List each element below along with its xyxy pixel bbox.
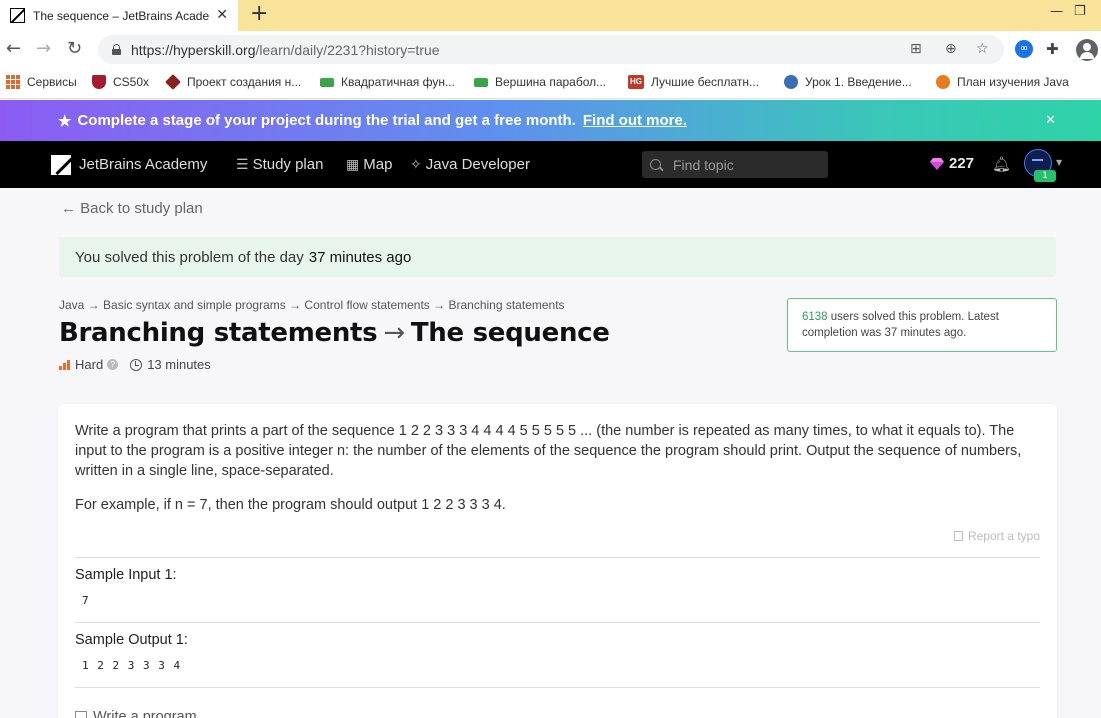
bell-icon[interactable]: 🔔︎: [992, 155, 1011, 173]
problem-card: Write a program that prints a part of th…: [58, 404, 1057, 718]
bookmark-project[interactable]: Проект создания н...: [165, 74, 301, 90]
jetbrains-favicon-icon: [10, 8, 25, 23]
zoom-icon[interactable]: ⊕: [945, 41, 957, 57]
clock-icon: [130, 358, 143, 371]
bookmark-star-icon[interactable]: ☆: [976, 41, 989, 57]
restore-icon[interactable]: ❐: [1074, 4, 1086, 19]
sample-output-value: 1 2 2 3 3 3 4: [82, 659, 182, 672]
list-icon: ☰: [236, 156, 249, 172]
bookmark-vertex[interactable]: Вершина парабол...: [474, 75, 606, 89]
help-icon[interactable]: ?: [107, 359, 119, 370]
lock-icon: [112, 44, 121, 55]
promo-text: Complete a stage of your project during …: [77, 112, 576, 129]
sample-input-label: Sample Input 1:: [75, 567, 177, 583]
duration-label: 13 minutes: [147, 357, 211, 372]
promo-find-out-link[interactable]: Find out more.: [583, 112, 687, 129]
browser-toolbar: ← → ↻ https://hyperskill.org/learn/daily…: [0, 31, 1101, 68]
browser-tabbar: The sequence – JetBrains Academy ✕ + — ❐: [0, 0, 1101, 31]
minimize-icon[interactable]: —: [1050, 4, 1063, 19]
extension-loop-icon[interactable]: ∞: [1015, 40, 1033, 58]
apps-grid-icon: [6, 75, 20, 89]
problem-description: Write a program that prints a part of th…: [75, 423, 1022, 479]
bookmark-best-free[interactable]: HG Лучшие бесплатн...: [628, 75, 759, 89]
solved-stats-box: 6138 users solved this problem. Latest c…: [787, 298, 1057, 352]
nav-map[interactable]: ▦ Map: [346, 156, 392, 173]
gems-counter[interactable]: 227: [930, 155, 974, 172]
url-text: https://hyperskill.org/learn/daily/2231?…: [131, 41, 440, 58]
harvard-shield-icon: [92, 75, 106, 89]
address-bar[interactable]: https://hyperskill.org/learn/daily/2231?…: [98, 35, 1004, 64]
book-icon: [165, 74, 181, 90]
robot-icon: [784, 75, 798, 89]
browser-tab-active[interactable]: The sequence – JetBrains Academy ✕: [0, 0, 238, 31]
bookmark-lesson1[interactable]: Урок 1. Введение...: [784, 75, 912, 89]
write-program-toggle[interactable]: Write a program: [75, 709, 197, 718]
star-icon: ★: [58, 112, 72, 130]
breadcrumb[interactable]: Java → Basic syntax and simple programs …: [59, 298, 565, 312]
report-typo-link[interactable]: Report a typo: [953, 529, 1040, 543]
new-tab-icon[interactable]: +: [250, 3, 268, 25]
bookmark-quadratic[interactable]: Квадратичная фун...: [320, 75, 455, 89]
gem-icon: [930, 157, 944, 170]
chevron-down-icon[interactable]: ▼: [1056, 158, 1062, 167]
jetbrains-logo-icon[interactable]: [51, 155, 71, 175]
difficulty-label: Hard: [75, 357, 104, 372]
sample-input-value: 7: [82, 594, 90, 607]
site-navbar: JetBrains Academy ☰ Study plan ▦ Map ✧ Java…: [0, 141, 1101, 188]
orange-circle-icon: [936, 75, 950, 89]
checkbox-icon[interactable]: [75, 711, 87, 718]
nav-track[interactable]: ✧ Java Developer: [410, 156, 530, 173]
bookmark-java-plan[interactable]: План изучения Java: [936, 75, 1069, 89]
map-icon: ▦: [346, 156, 360, 172]
topic-search[interactable]: [642, 151, 828, 178]
reload-icon[interactable]: ↻: [67, 39, 82, 59]
back-to-study-plan-link[interactable]: ← Back to study plan: [61, 200, 203, 217]
problem-example: For example, if n = 7, then the program …: [75, 497, 506, 513]
green-bar-icon: [474, 77, 488, 87]
track-icon: ✧: [410, 156, 422, 172]
promo-close-icon[interactable]: ✕: [1045, 112, 1056, 128]
nav-study-plan[interactable]: ☰ Study plan: [236, 156, 323, 173]
translate-icon[interactable]: ⊞: [910, 41, 922, 57]
avatar-badge: 1: [1034, 170, 1056, 182]
search-input[interactable]: [673, 156, 823, 173]
bookmarks-bar: Сервисы CS50x Проект создания н... Квадр…: [0, 68, 1101, 99]
divider: [75, 687, 1040, 688]
forward-arrow-icon[interactable]: →: [36, 39, 51, 59]
bookmark-services[interactable]: Сервисы: [6, 75, 77, 89]
green-bar-icon: [320, 77, 334, 87]
report-icon: [953, 531, 963, 541]
divider: [75, 622, 1040, 623]
hg-logo-icon: HG: [628, 75, 644, 89]
bookmark-cs50x[interactable]: CS50x: [92, 75, 149, 89]
brand-link[interactable]: JetBrains Academy: [79, 156, 207, 173]
problem-meta: Hard ? 13 minutes: [59, 357, 211, 372]
solved-notice: You solved this problem of the day 37 min…: [59, 237, 1056, 277]
page-title: Branching statements → The sequence: [59, 318, 610, 348]
back-arrow-icon[interactable]: ←: [6, 39, 21, 59]
extensions-puzzle-icon[interactable]: ✚: [1046, 40, 1059, 58]
divider: [75, 557, 1040, 558]
search-icon: [650, 159, 661, 170]
tab-title: The sequence – JetBrains Academy: [33, 8, 209, 23]
tab-close-icon[interactable]: ✕: [216, 7, 228, 23]
profile-avatar-icon[interactable]: [1076, 39, 1098, 61]
sample-output-label: Sample Output 1:: [75, 632, 188, 648]
promo-banner: ★ Complete a stage of your project durin…: [0, 100, 1101, 141]
difficulty-bars-icon: [59, 359, 70, 370]
